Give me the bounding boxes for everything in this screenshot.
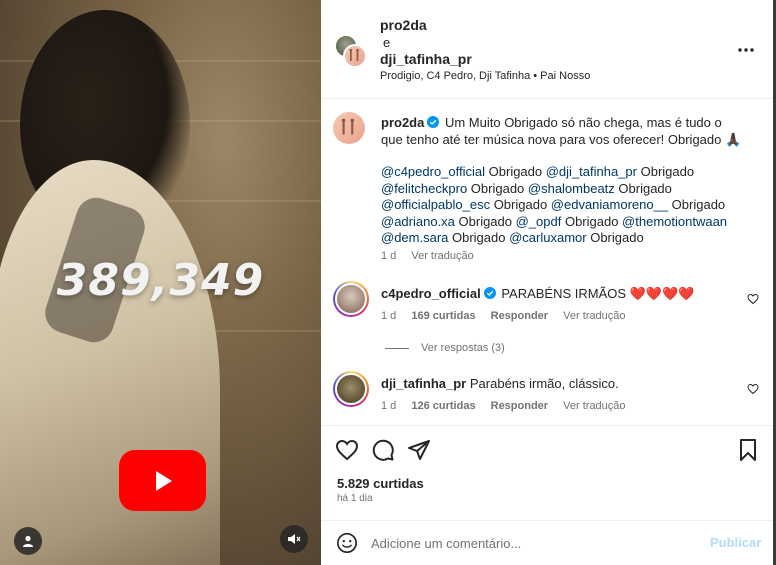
post-media[interactable]: 389,349 [0, 0, 321, 565]
comment-avatar [335, 373, 367, 405]
view-replies-label: Ver respostas (3) [421, 342, 505, 354]
figures-logo [349, 48, 359, 61]
view-replies-button[interactable]: Ver respostas (3) [385, 342, 505, 354]
mute-button[interactable] [280, 525, 308, 553]
comment-avatar [335, 283, 367, 315]
mention-link[interactable]: @carluxamor [509, 230, 587, 245]
comment-text: c4pedro_official PARABÉNS IRMÃOS ❤️❤️❤️❤… [381, 286, 747, 303]
mention-separator: Obrigado [561, 213, 623, 229]
caption-text: pro2da Um Muito Obrigado só não chega, m… [381, 115, 747, 247]
mention-link[interactable]: @edvaniamoreno__ [551, 197, 668, 212]
like-comment-heart-icon[interactable] [747, 383, 759, 395]
header-username-2[interactable]: dji_tafinha_pr [380, 51, 472, 67]
verified-badge-icon [483, 287, 496, 299]
comment-time[interactable]: 1 d [381, 400, 396, 412]
comment-input[interactable] [371, 533, 691, 553]
comment-meta: 1 d 126 curtidas Responder Ver tradução [381, 400, 638, 412]
save-bookmark-icon[interactable] [736, 438, 760, 462]
caption-meta: 1 d Ver tradução [381, 250, 486, 262]
mention-link[interactable]: @_opdf [516, 214, 562, 229]
share-paper-plane-icon[interactable] [407, 438, 431, 462]
likes-count[interactable]: 5.829 curtidas [337, 476, 424, 491]
emoji-icon[interactable] [336, 532, 358, 554]
tagged-users-button[interactable] [14, 527, 42, 555]
mention-separator: Obrigado [467, 180, 528, 196]
caption-username[interactable]: pro2da [381, 115, 424, 130]
comment-body: Parabéns irmão, clássico. [469, 376, 619, 391]
comment-avatar-story-ring[interactable] [333, 371, 369, 407]
mention-separator: Obrigado [448, 230, 510, 245]
comment-likes[interactable]: 169 curtidas [411, 310, 475, 322]
user-icon [23, 535, 33, 547]
collab-avatars[interactable] [335, 35, 367, 68]
comment-meta: 1 d 169 curtidas Responder Ver tradução [381, 310, 638, 322]
youtube-play-button[interactable] [119, 450, 206, 511]
comments-section[interactable]: pro2da Um Muito Obrigado só não chega, m… [321, 99, 773, 425]
mention-link[interactable]: @adriano.xa [381, 214, 455, 229]
mention-separator: Obrigado [485, 164, 546, 179]
mention-link[interactable]: @themotiontwaan [622, 214, 727, 229]
post-actions: 5.829 curtidas há 1 dia [321, 425, 773, 525]
caption-mentions: @c4pedro_official Obrigado @dji_tafinha_… [381, 164, 747, 247]
see-translation-button[interactable]: Ver tradução [563, 400, 625, 412]
mention-link[interactable]: @c4pedro_official [381, 164, 485, 179]
comment-username[interactable]: c4pedro_official [381, 286, 481, 301]
header-conjunction: e [383, 35, 391, 50]
avatar-dji-tafinha [343, 44, 367, 68]
like-heart-icon[interactable] [335, 438, 359, 462]
mention-link[interactable]: @officialpablo_esc [381, 197, 490, 212]
post-date[interactable]: há 1 dia [337, 493, 373, 504]
view-counter: 389,349 [56, 255, 265, 306]
mention-link[interactable]: @dji_tafinha_pr [546, 164, 637, 179]
comment-time[interactable]: 1 d [381, 310, 396, 322]
caption-time[interactable]: 1 d [381, 250, 396, 262]
publish-button[interactable]: Publicar [710, 535, 761, 550]
youtube-play-icon [155, 470, 172, 491]
comment-composer: Publicar [321, 520, 773, 565]
reply-button[interactable]: Responder [491, 310, 548, 322]
mention-separator: Obrigado [637, 164, 695, 179]
more-options-icon[interactable] [736, 40, 756, 60]
audio-attribution[interactable]: Prodigio, C4 Pedro, Dji Tafinha • Pai No… [380, 70, 590, 82]
verified-badge-icon [427, 116, 440, 128]
see-translation-button[interactable]: Ver tradução [563, 310, 625, 322]
speaker-muted-icon [288, 534, 301, 544]
mention-separator: Obrigado [614, 180, 672, 196]
water-texture [150, 200, 321, 202]
comment-avatar-story-ring[interactable] [333, 281, 369, 317]
reply-button[interactable]: Responder [491, 400, 548, 412]
post-panel: pro2da e dji_tafinha_pr Prodigio, C4 Ped… [321, 0, 773, 565]
figures-logo [341, 118, 354, 135]
post-header: pro2da e dji_tafinha_pr Prodigio, C4 Ped… [321, 0, 773, 99]
mention-link[interactable]: @felitcheckpro [381, 181, 467, 196]
mention-separator: Obrigado [668, 197, 726, 212]
comment-body: PARABÉNS IRMÃOS ❤️❤️❤️❤️ [501, 286, 695, 301]
comment-bubble-icon[interactable] [371, 438, 395, 462]
caption-see-translation[interactable]: Ver tradução [411, 250, 473, 262]
comment-likes[interactable]: 126 curtidas [411, 400, 475, 412]
header-username-1[interactable]: pro2da [380, 17, 427, 33]
comment-text: dji_tafinha_pr Parabéns irmão, clássico. [381, 376, 747, 393]
mention-separator: Obrigado [586, 230, 644, 245]
mention-link[interactable]: @dem.sara [381, 230, 448, 245]
like-comment-heart-icon[interactable] [747, 293, 759, 305]
mention-link[interactable]: @shalombeatz [528, 181, 615, 196]
mention-separator: Obrigado [454, 213, 516, 229]
replies-divider [385, 347, 409, 349]
comment-username[interactable]: dji_tafinha_pr [381, 376, 466, 391]
mention-separator: Obrigado [490, 197, 551, 212]
caption-avatar[interactable] [333, 112, 365, 144]
